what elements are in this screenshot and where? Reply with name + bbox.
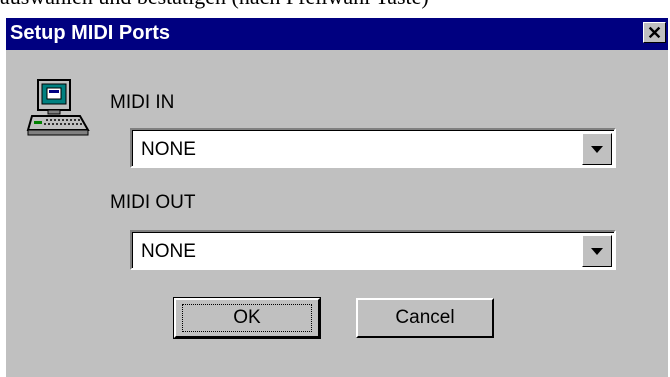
ok-button[interactable]: OK <box>173 297 321 339</box>
dialog-title: Setup MIDI Ports <box>10 22 171 44</box>
midi-out-value: NONE <box>141 241 196 262</box>
midi-in-select[interactable]: NONE <box>130 128 616 168</box>
ok-button-label: OK <box>182 304 312 332</box>
midi-in-value: NONE <box>141 139 196 160</box>
close-button[interactable]: ✕ <box>643 22 666 43</box>
chevron-down-icon <box>591 145 603 153</box>
cancel-button[interactable]: Cancel <box>356 298 494 338</box>
cancel-button-label: Cancel <box>395 307 455 328</box>
midi-in-label: MIDI IN <box>110 92 175 113</box>
chevron-down-icon <box>591 247 603 255</box>
midi-out-dropdown-button[interactable] <box>582 235 612 267</box>
background-text: auswählen und bestätigen (nach Pfeilwahl… <box>0 0 670 10</box>
close-icon: ✕ <box>646 22 663 43</box>
setup-midi-ports-dialog: Setup MIDI Ports ✕ MIDI IN NONE MIDI OUT… <box>4 16 668 377</box>
midi-out-select[interactable]: NONE <box>130 230 616 270</box>
computer-icon <box>26 79 90 136</box>
midi-in-dropdown-button[interactable] <box>582 133 612 165</box>
title-bar[interactable]: Setup MIDI Ports ✕ <box>6 18 668 50</box>
midi-out-label: MIDI OUT <box>110 192 196 213</box>
